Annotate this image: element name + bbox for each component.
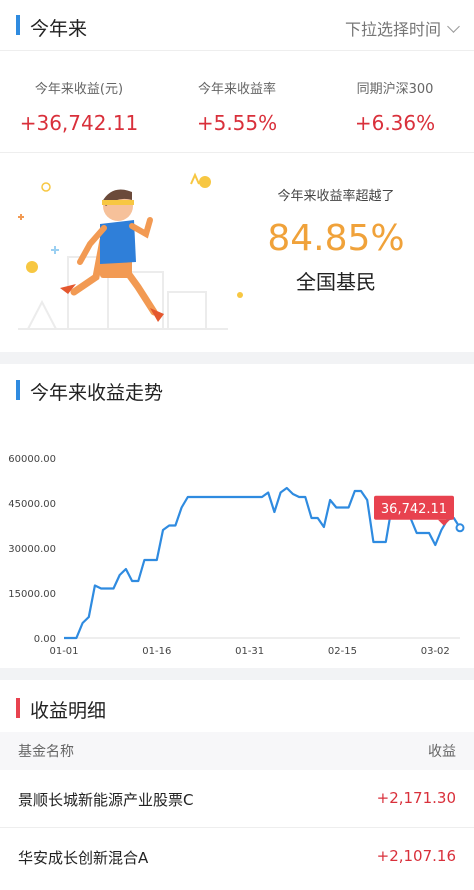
y-tick-label: 45000.00 (8, 499, 56, 510)
x-tick-label: 01-16 (142, 646, 171, 657)
fund-gain: +2,107.16 (376, 847, 456, 865)
trend-chart[interactable]: 60000.00 45000.00 30000.00 15000.00 0.0001-0… (0, 416, 474, 666)
section-marker (16, 698, 20, 718)
x-tick-label: 01-31 (235, 646, 264, 657)
x-tick-label: 02-15 (328, 646, 357, 657)
table-row[interactable]: 景顺长城新能源产业股票C +2,171.30 (0, 770, 474, 828)
stat-label: 今年来收益率 (197, 82, 276, 97)
y-tick-label: 15000.00 (8, 589, 56, 600)
ranking-percent: 84.85% (267, 218, 405, 259)
y-tick-label: 60000.00 (8, 454, 56, 465)
section-title: 收益明细 (30, 700, 107, 722)
col-gain: 收益 (428, 744, 456, 760)
x-tick-label: 03-02 (421, 646, 450, 657)
table-row[interactable]: 华安成长创新混合A +2,107.16 (0, 828, 474, 886)
ranking-group: 全国基民 (296, 270, 376, 294)
runner-illustration (18, 172, 243, 330)
ranking-label: 今年来收益率超越了 (277, 189, 395, 204)
stat-csi300: 同期沪深300 +6.36% (316, 78, 474, 135)
y-tick-label: 30000.00 (8, 544, 56, 555)
section-marker (16, 380, 20, 400)
stat-value: +5.55% (196, 111, 278, 135)
tooltip-label: 36,742.11 (381, 502, 447, 517)
divider (0, 50, 474, 51)
details-card: 收益明细 基金名称 收益 景顺长城新能源产业股票C +2,171.30 华安成长… (0, 680, 474, 890)
stat-value: +36,742.11 (19, 111, 139, 135)
section-title: 今年来 (30, 18, 88, 40)
col-fund-name: 基金名称 (18, 744, 74, 760)
stat-label: 同期沪深300 (356, 82, 434, 97)
x-tick-label: 01-01 (49, 646, 78, 657)
stat-ytd-return: 今年来收益率 +5.55% (158, 78, 316, 135)
fund-name: 华安成长创新混合A (18, 849, 149, 867)
time-range-dropdown[interactable]: 下拉选择时间 (344, 16, 460, 40)
divider (0, 152, 474, 153)
dropdown-label: 下拉选择时间 (344, 20, 441, 39)
section-title: 今年来收益走势 (30, 382, 164, 404)
fund-name: 景顺长城新能源产业股票C (18, 791, 194, 809)
tooltip-pointer (438, 519, 450, 526)
table-header: 基金名称 收益 (0, 732, 474, 770)
stat-ytd-profit: 今年来收益(元) +36,742.11 (0, 78, 158, 135)
last-point-marker (455, 523, 465, 533)
summary-card: 今年来 下拉选择时间 今年来收益(元) +36,742.11 今年来收益率 +5… (0, 0, 474, 352)
y-tick-label: 0.00 (34, 634, 56, 645)
chevron-down-icon (447, 20, 460, 33)
section-marker (16, 15, 20, 35)
trend-card: 今年来收益走势 60000.00 45000.00 30000.00 15000.00… (0, 364, 474, 668)
stat-value: +6.36% (354, 111, 436, 135)
stat-label: 今年来收益(元) (34, 82, 124, 97)
fund-gain: +2,171.30 (376, 789, 456, 807)
